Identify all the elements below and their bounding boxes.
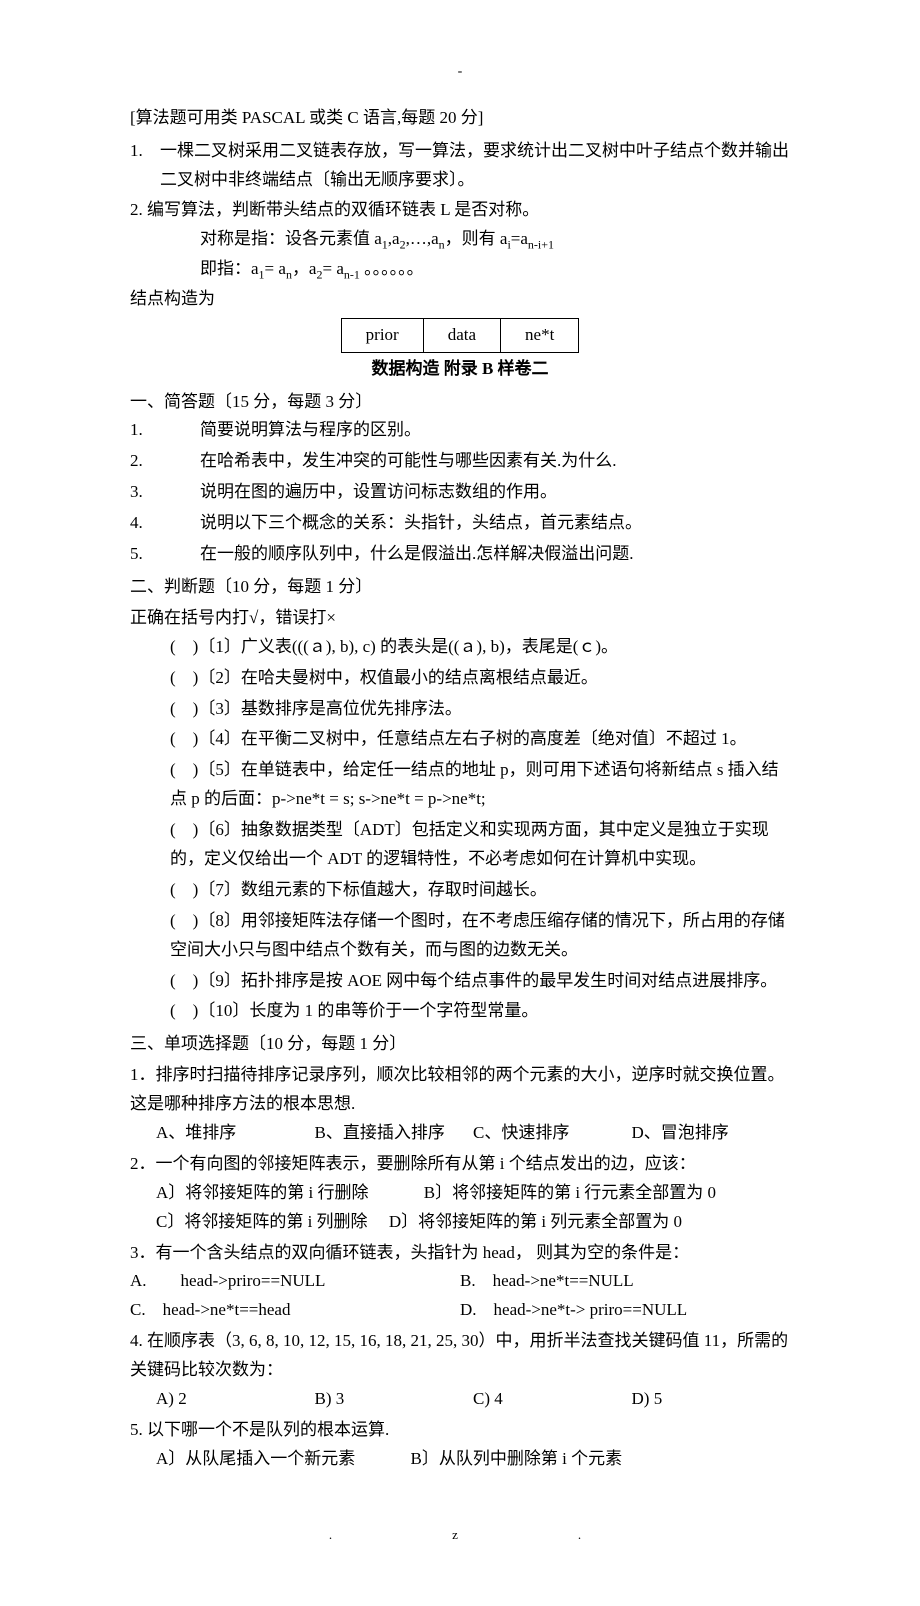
section-3-title: 三、单项选择题〔10 分，每题 1 分〕 [130, 1030, 790, 1059]
mc-question-4: 4. 在顺序表（3, 6, 8, 10, 12, 15, 16, 18, 21,… [130, 1327, 790, 1385]
option-c: C、快速排序 [473, 1119, 632, 1148]
true-false-7: ( )〔7〕数组元素的下标值越大，存取时间越长。 [130, 876, 790, 905]
header-marker: - [130, 60, 790, 84]
footer-z: z. [452, 1527, 701, 1542]
option-d: D〕将邻接矩阵的第 i 列元素全部置为 0 [389, 1212, 682, 1231]
short-answer-1: 1.简要说明算法与程序的区别。 [130, 416, 790, 445]
short-answer-5: 5.在一般的顺序队列中，什么是假溢出.怎样解决假溢出问题. [130, 540, 790, 569]
true-false-intro: 正确在括号内打√，错误打× [130, 604, 790, 633]
option-c: C. head->ne*t==head [130, 1296, 460, 1325]
option-d: D) 5 [632, 1385, 791, 1414]
node-cell-data: data [423, 318, 500, 352]
mc-question-2: 2．一个有向图的邻接矩阵表示，要删除所有从第 i 个结点发出的边，应该： [130, 1150, 790, 1179]
true-false-2: ( )〔2〕在哈夫曼树中，权值最小的结点离根结点最近。 [130, 664, 790, 693]
true-false-3: ( )〔3〕基数排序是高位优先排序法。 [130, 695, 790, 724]
question-text: 编写算法，判断带头结点的双循环链表 L 是否对称。 [147, 200, 539, 219]
question-text: 一棵二叉树采用二叉链表存放，写一算法，要求统计出二叉树中叶子结点个数并输出二叉树… [160, 137, 790, 195]
mc-question-1: 1．排序时扫描待排序记录序列，顺次比较相邻的两个元素的大小，逆序时就交换位置。这… [130, 1061, 790, 1119]
true-false-9: ( )〔9〕拓扑排序是按 AOE 网中每个结点事件的最早发生时间对结点进展排序。 [130, 967, 790, 996]
short-answer-4: 4.说明以下三个概念的关系：头指针，头结点，首元素结点。 [130, 509, 790, 538]
short-answer-3: 3.说明在图的遍历中，设置访问标志数组的作用。 [130, 478, 790, 507]
mc-q1-options: A、堆排序 B、直接插入排序 C、快速排序 D、冒泡排序 [130, 1119, 790, 1148]
mc-q2-options-row2: C〕将邻接矩阵的第 i 列删除 D〕将邻接矩阵的第 i 列元素全部置为 0 [130, 1208, 790, 1237]
option-b: B、直接插入排序 [315, 1119, 474, 1148]
algo-q2-symmetry-def: 对称是指：设各元素值 a1,a2,…,an，则有 ai=an-i+1 [130, 225, 790, 255]
true-false-4: ( )〔4〕在平衡二叉树中，任意结点左右子树的高度差〔绝对值〕不超过 1。 [130, 725, 790, 754]
option-c: C〕将邻接矩阵的第 i 列删除 [156, 1212, 368, 1231]
node-struct-table: prior data ne*t [341, 318, 580, 353]
mc-q2-options-row1: A〕将邻接矩阵的第 i 行删除 B〕将邻接矩阵的第 i 行元素全部置为 0 [130, 1179, 790, 1208]
option-a: A) 2 [156, 1385, 315, 1414]
mc-q3-options-row1: A. head->priro==NULL B. head->ne*t==NULL [130, 1267, 790, 1296]
option-b: B. head->ne*t==NULL [460, 1267, 790, 1296]
appendix-title: 数据构造 附录 B 样卷二 [130, 355, 790, 384]
mc-q4-options: A) 2 B) 3 C) 4 D) 5 [130, 1385, 790, 1414]
short-answer-2: 2.在哈希表中，发生冲突的可能性与哪些因素有关.为什么. [130, 447, 790, 476]
page-footer: .z. [130, 1524, 790, 1546]
option-d: D、冒泡排序 [632, 1119, 791, 1148]
algo-intro: [算法题可用类 PASCAL 或类 C 语言,每题 20 分] [130, 104, 790, 133]
true-false-8: ( )〔8〕用邻接矩阵法存储一个图时，在不考虑压缩存储的情况下，所占用的存储空间… [130, 907, 790, 965]
algo-q2-symmetry-ex: 即指：a1= an，a2= an-1 。。。。。。 [130, 255, 790, 285]
mc-q3-options-row2: C. head->ne*t==head D. head->ne*t-> prir… [130, 1296, 790, 1325]
option-b: B〕将邻接矩阵的第 i 行元素全部置为 0 [424, 1183, 716, 1202]
mc-question-3: 3．有一个含头结点的双向循环链表，头指针为 head， 则其为空的条件是： [130, 1239, 790, 1268]
section-2-title: 二、判断题〔10 分，每题 1 分〕 [130, 573, 790, 602]
section-1-title: 一、简答题〔15 分，每题 3 分〕 [130, 388, 790, 417]
algo-question-2: 2. 编写算法，判断带头结点的双循环链表 L 是否对称。 [130, 196, 790, 225]
node-cell-next: ne*t [501, 318, 579, 352]
option-a: A. head->priro==NULL [130, 1267, 460, 1296]
option-b: B) 3 [315, 1385, 474, 1414]
question-number: 1. [130, 137, 160, 195]
true-false-6: ( )〔6〕抽象数据类型〔ADT〕包括定义和实现两方面，其中定义是独立于实现的，… [130, 816, 790, 874]
true-false-10: ( )〔10〕长度为 1 的串等价于一个字符型常量。 [130, 997, 790, 1026]
mc-q5-options: A〕从队尾插入一个新元素 B〕从队列中删除第 i 个元素 [130, 1445, 790, 1474]
option-b: B〕从队列中删除第 i 个元素 [411, 1449, 623, 1468]
mc-question-5: 5. 以下哪一个不是队列的根本运算. [130, 1416, 790, 1445]
footer-dot: . [329, 1527, 452, 1542]
true-false-5: ( )〔5〕在单链表中，给定任一结点的地址 p，则可用下述语句将新结点 s 插入… [130, 756, 790, 814]
option-a: A、堆排序 [156, 1119, 315, 1148]
node-struct-label: 结点构造为 [130, 285, 790, 314]
option-c: C) 4 [473, 1385, 632, 1414]
algo-question-1: 1. 一棵二叉树采用二叉链表存放，写一算法，要求统计出二叉树中叶子结点个数并输出… [130, 137, 790, 195]
question-number: 2. [130, 200, 143, 219]
option-a: A〕从队尾插入一个新元素 [156, 1449, 355, 1468]
option-a: A〕将邻接矩阵的第 i 行删除 [156, 1183, 369, 1202]
node-cell-prior: prior [341, 318, 423, 352]
true-false-1: ( )〔1〕广义表(((ａ), b), c) 的表头是((ａ), b)，表尾是(… [130, 633, 790, 662]
option-d: D. head->ne*t-> priro==NULL [460, 1296, 790, 1325]
